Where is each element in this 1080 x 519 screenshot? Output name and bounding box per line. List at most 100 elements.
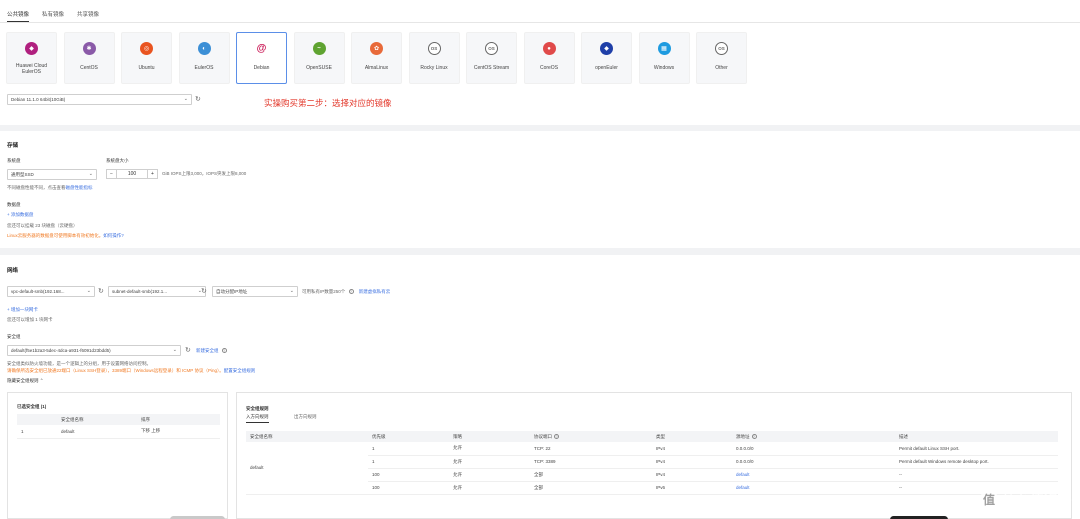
disk-size-stepper[interactable]: − 100 + bbox=[106, 169, 158, 179]
col-header: 协议端口? bbox=[530, 431, 652, 442]
disk-type-select[interactable]: 通用型SSD ⌄ bbox=[7, 169, 97, 180]
os-card-label: CentOS Stream bbox=[473, 65, 510, 71]
ip-count-text: 可用私有IP数量250个 bbox=[302, 289, 346, 294]
rule-source[interactable]: default bbox=[732, 468, 895, 482]
security-group-actions: 新建安全组 ? bbox=[196, 348, 227, 354]
tab-shared-images[interactable]: 共享镜像 bbox=[77, 10, 99, 22]
linux-init-text: Linux云服务器的数据盘可使用脚本有效初始化。 bbox=[7, 233, 104, 238]
disk-iops-text: GiB IOPS上限3,000，IOPS突发上限8,000 bbox=[162, 171, 247, 176]
linux-init-link[interactable]: 如何操作? bbox=[103, 233, 124, 238]
data-disk-note: 您还可以挂载 23 块磁盘（云硬盘） bbox=[7, 223, 78, 228]
os-card-label: Ubuntu bbox=[138, 65, 155, 71]
sg-rules-card: 安全组规则 入方向规则 出方向规则 安全组名称 优先级 策略 协议端口? 类型 … bbox=[236, 392, 1072, 519]
security-group-select[interactable]: default(f5e1b2a3-5dec-4dca-a931-f6091d23… bbox=[7, 345, 181, 356]
col-header-text: 协议端口 bbox=[534, 433, 552, 439]
rule-priority: 100 bbox=[368, 481, 449, 495]
os-card-rocky-linux[interactable]: OS Rocky Linux bbox=[408, 32, 460, 84]
refresh-icon[interactable]: ↻ bbox=[201, 288, 207, 295]
os-card-openeuler[interactable]: ◆ openEuler bbox=[581, 32, 632, 84]
tab-inbound-rules[interactable]: 入方向规则 bbox=[246, 414, 269, 423]
os-card-label: CentOS bbox=[80, 65, 98, 71]
help-icon[interactable]: ? bbox=[751, 433, 757, 439]
col-header: 排序 bbox=[137, 414, 220, 425]
os-card-label: Other bbox=[715, 65, 728, 71]
refresh-icon[interactable]: ↻ bbox=[98, 288, 104, 295]
rule-policy: 允许 bbox=[449, 442, 530, 456]
tab-outbound-rules[interactable]: 出方向规则 bbox=[294, 414, 317, 420]
os-card-windows[interactable]: ▦ Windows bbox=[638, 32, 690, 84]
os-card-almalinux[interactable]: ✿ AlmaLinux bbox=[351, 32, 402, 84]
annotation-text: 实操购买第二步：选择对应的镜像 bbox=[264, 98, 392, 108]
col-header bbox=[17, 414, 57, 425]
add-nic-button[interactable]: + 增加一块网卡 bbox=[7, 307, 38, 313]
rule-desc: Permit default Linux SSH port. bbox=[895, 442, 1058, 456]
rule-policy: 允许 bbox=[449, 468, 530, 482]
linux-init-note: Linux云服务器的数据盘可使用脚本有效初始化。如何操作? bbox=[7, 233, 124, 239]
tab-divider bbox=[0, 22, 1080, 23]
table-row: 1 允许 TCP: 3389 IPv4 0.0.0.0/0 Permit default … bbox=[246, 455, 1058, 469]
col-header: 类型 bbox=[652, 431, 732, 442]
col-header: 安全组名称 bbox=[246, 431, 368, 442]
row-order-actions[interactable]: 下移 上移 bbox=[137, 425, 220, 439]
decrement-button[interactable]: − bbox=[107, 170, 117, 178]
network-panel: 网络 vpc-default-smb(192.168... ⌄ ↻ subnet… bbox=[0, 255, 1080, 519]
chevron-down-icon: ⌄ bbox=[183, 96, 188, 102]
subnet-select[interactable]: subnet-default-smb(192.1... ⌄ bbox=[108, 286, 206, 297]
add-data-disk-button[interactable]: + 添加数据盘 bbox=[7, 212, 33, 218]
os-card-ubuntu[interactable]: ◎ Ubuntu bbox=[121, 32, 172, 84]
os-card-debian[interactable]: @ Debian bbox=[236, 32, 287, 84]
rule-port: 全部 bbox=[530, 481, 652, 495]
image-tabs: 公共镜像 私有镜像 共享镜像 bbox=[7, 10, 112, 22]
rule-source[interactable]: default bbox=[732, 481, 895, 495]
image-version-select[interactable]: Debian 11.1.0 64bit(10GiB) ⌄ bbox=[7, 94, 192, 105]
opensuse-icon: ~ bbox=[312, 42, 326, 55]
tab-private-images[interactable]: 私有镜像 bbox=[42, 10, 64, 22]
rule-port: 全部 bbox=[530, 468, 652, 482]
rule-priority: 1 bbox=[368, 455, 449, 469]
new-vpc-link[interactable]: 新建虚拟私有云 bbox=[359, 289, 391, 294]
refresh-icon[interactable]: ↻ bbox=[185, 347, 191, 354]
rule-policy: 允许 bbox=[449, 481, 530, 495]
os-card-huawei-cloud-euleros[interactable]: ◆ Huawei Cloud EulerOS bbox=[6, 32, 57, 84]
rule-policy: 允许 bbox=[449, 455, 530, 469]
security-group-note: 安全组类似防火墙功能，是一个逻辑上的分组，用于设置网络访问控制。 bbox=[7, 361, 151, 366]
hide-rules-toggle[interactable]: 隐藏安全组规则 ⌃ bbox=[7, 378, 44, 384]
debian-icon: @ bbox=[255, 42, 268, 55]
disk-type-value: 通用型SSD bbox=[11, 172, 34, 177]
almalinux-icon: ✿ bbox=[370, 42, 383, 55]
os-card-coreos[interactable]: ● CoreOS bbox=[523, 32, 575, 84]
rule-type: IPv4 bbox=[652, 455, 732, 469]
refresh-icon[interactable]: ↻ bbox=[195, 96, 201, 103]
help-icon[interactable]: ? bbox=[554, 433, 559, 439]
col-header: 描述 bbox=[895, 431, 1058, 442]
ip-assign-select[interactable]: 自动分配IP地址 ⌄ bbox=[212, 286, 298, 297]
os-card-other[interactable]: OS Other bbox=[696, 32, 747, 84]
os-card-centos[interactable]: ✱ CentOS bbox=[63, 32, 115, 84]
selected-sg-title: 已选安全组 (1) bbox=[17, 404, 47, 409]
os-card-label: Rocky Linux bbox=[420, 65, 448, 71]
selected-sg-card: 已选安全组 (1) 安全组名称 排序 1 default 下移 上移 bbox=[7, 392, 228, 519]
data-disk-label: 数据盘 bbox=[7, 202, 21, 207]
os-card-opensuse[interactable]: ~ OpenSUSE bbox=[293, 32, 345, 84]
table-row: 100 允许 全部 IPv4 default -- bbox=[246, 468, 1058, 482]
chevron-down-icon: ⌄ bbox=[86, 288, 91, 294]
watermark-logo-icon: 值 bbox=[980, 490, 998, 508]
vpc-value: vpc-default-smb(192.168... bbox=[11, 289, 65, 294]
increment-button[interactable]: + bbox=[147, 170, 157, 178]
configure-rules-link[interactable]: 配置安全组规则 bbox=[224, 368, 256, 373]
new-security-group-link[interactable]: 新建安全组 bbox=[196, 348, 219, 353]
hide-rules-text: 隐藏安全组规则 bbox=[7, 378, 39, 383]
vpc-select[interactable]: vpc-default-smb(192.168... ⌄ bbox=[7, 286, 95, 297]
rule-source: 0.0.0.0/0 bbox=[732, 455, 895, 469]
os-card-centos-stream[interactable]: OS CentOS Stream bbox=[466, 32, 517, 84]
disk-size-input[interactable]: 100 bbox=[117, 170, 147, 178]
tab-public-images[interactable]: 公共镜像 bbox=[7, 10, 30, 22]
storage-title: 存储 bbox=[7, 143, 19, 149]
help-icon[interactable]: ? bbox=[221, 348, 227, 354]
disk-perf-link[interactable]: 磁盘性能指标 bbox=[66, 185, 93, 190]
disk-type-label: 系统盘 bbox=[7, 158, 21, 163]
os-card-euleros[interactable]: ◐ EulerOS bbox=[178, 32, 230, 84]
col-header: 策略 bbox=[449, 431, 530, 442]
table-row: 1 default 下移 上移 bbox=[17, 425, 220, 439]
help-icon[interactable]: ? bbox=[348, 289, 354, 295]
